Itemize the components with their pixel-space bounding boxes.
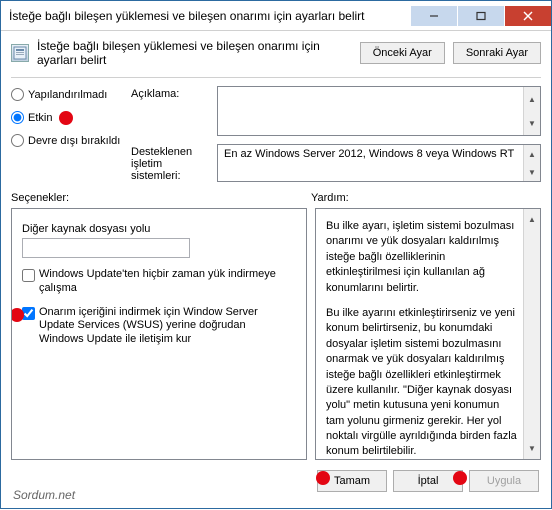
apply-button[interactable]: Uygula xyxy=(469,470,539,492)
description-label: Açıklama: xyxy=(131,86,211,136)
chk-no-windows-update-label: Windows Update'ten hiçbir zaman yük indi… xyxy=(39,268,283,296)
radio-enabled[interactable]: Etkin xyxy=(11,111,123,124)
radio-disabled-label: Devre dışı bırakıldı xyxy=(28,135,120,147)
options-panel: Diğer kaynak dosyası yolu Windows Update… xyxy=(11,208,307,460)
supported-os-scrollbar[interactable]: ▲▼ xyxy=(523,145,540,181)
next-setting-button[interactable]: Sonraki Ayar xyxy=(453,42,541,64)
highlight-dot xyxy=(11,308,24,322)
help-text: Bu ilke ayarı, işletim sistemi bozulması… xyxy=(316,209,540,460)
chk-wsus-direct[interactable] xyxy=(22,307,35,320)
description-box[interactable]: ▲▼ xyxy=(217,86,541,136)
chk-no-windows-update[interactable] xyxy=(22,269,35,282)
maximize-button[interactable] xyxy=(458,6,504,26)
supported-os-value: En az Windows Server 2012, Windows 8 vey… xyxy=(224,148,514,160)
minimize-button[interactable] xyxy=(411,6,457,26)
prev-setting-button[interactable]: Önceki Ayar xyxy=(360,42,445,64)
radio-disabled[interactable]: Devre dışı bırakıldı xyxy=(11,134,123,147)
highlight-dot xyxy=(453,471,467,485)
watermark: Sordum.net xyxy=(13,488,75,502)
highlight-dot xyxy=(316,471,330,485)
supported-os-box: En az Windows Server 2012, Windows 8 vey… xyxy=(217,144,541,182)
divider xyxy=(11,77,541,78)
radio-enabled-input[interactable] xyxy=(11,111,24,124)
alt-source-label: Diğer kaynak dosyası yolu xyxy=(22,223,296,235)
page-title: İsteğe bağlı bileşen yüklemesi ve bileşe… xyxy=(37,39,352,67)
help-paragraph: Bu ilke ayarını etkinleştirirseniz ve ye… xyxy=(326,306,518,460)
help-panel: Bu ilke ayarı, işletim sistemi bozulması… xyxy=(315,208,541,460)
radio-not-configured-input[interactable] xyxy=(11,88,24,101)
help-scrollbar[interactable]: ▲▼ xyxy=(523,209,540,459)
radio-enabled-label: Etkin xyxy=(28,112,52,124)
chk-wsus-direct-label: Onarım içeriğini indirmek için Window Se… xyxy=(39,306,283,347)
highlight-dot xyxy=(59,111,73,125)
radio-not-configured-label: Yapılandırılmadı xyxy=(28,89,107,101)
radio-not-configured[interactable]: Yapılandırılmadı xyxy=(11,88,123,101)
help-paragraph: Bu ilke ayarı, işletim sistemi bozulması… xyxy=(326,219,518,296)
description-scrollbar[interactable]: ▲▼ xyxy=(523,87,540,135)
window-title: İsteğe bağlı bileşen yüklemesi ve bileşe… xyxy=(9,9,410,23)
close-button[interactable] xyxy=(505,6,551,26)
cancel-button[interactable]: İptal xyxy=(393,470,463,492)
options-section-label: Seçenekler: xyxy=(11,192,311,204)
help-section-label: Yardım: xyxy=(311,192,349,204)
radio-disabled-input[interactable] xyxy=(11,134,24,147)
policy-icon xyxy=(11,44,29,62)
alt-source-input[interactable] xyxy=(22,238,190,258)
supported-os-label: Desteklenen işletim sistemleri: xyxy=(131,144,211,182)
